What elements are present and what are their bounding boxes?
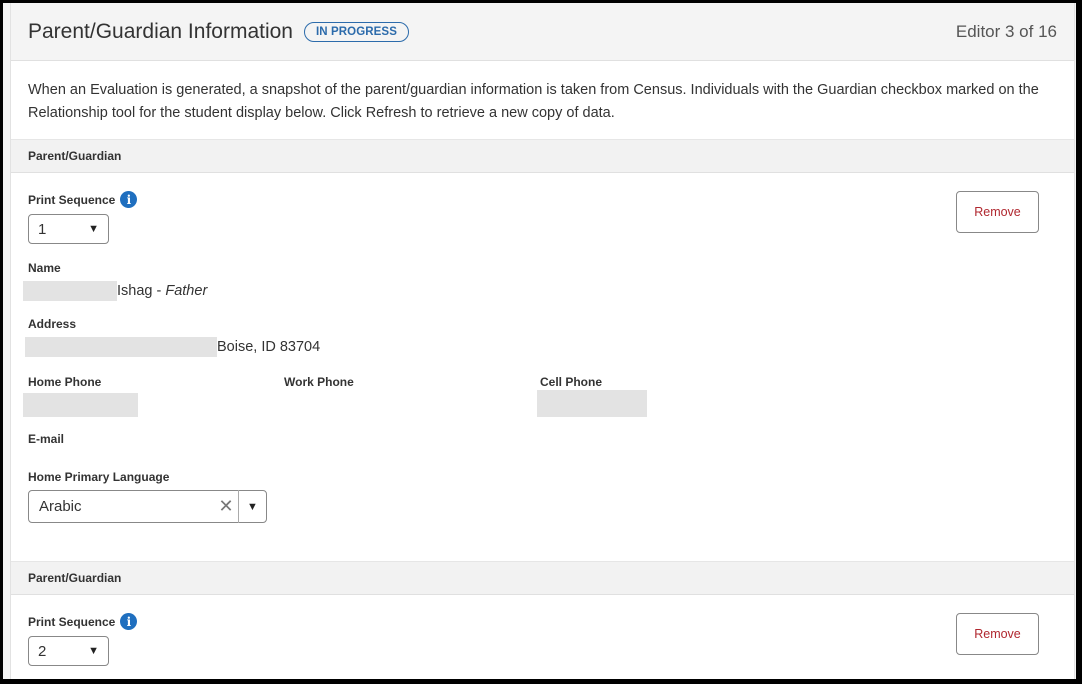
guardian-1-body: Print Sequence i 1 ▼ Remove Name Ishag -… — [11, 173, 1074, 561]
intro-text: When an Evaluation is generated, a snaps… — [28, 82, 1039, 121]
chevron-down-icon: ▼ — [88, 645, 99, 657]
page-frame: Parent/Guardian Information IN PROGRESS … — [3, 3, 1076, 679]
address-label: Address — [28, 317, 77, 331]
email-label: E-mail — [28, 432, 65, 446]
home-phone-field: Home Phone — [23, 375, 284, 422]
section-title: Parent/Guardian — [28, 149, 122, 163]
name-value: Ishag - Father — [23, 281, 1057, 301]
print-sequence-select[interactable]: 2 ▼ — [28, 636, 109, 666]
redacted-street — [25, 337, 217, 357]
chevron-down-icon: ▼ — [88, 223, 99, 235]
relationship-text: Father — [165, 283, 208, 299]
info-icon[interactable]: i — [120, 613, 138, 630]
work-phone-field: Work Phone — [284, 375, 540, 422]
info-icon[interactable]: i — [120, 191, 138, 208]
chevron-down-icon[interactable]: ▼ — [239, 501, 266, 513]
section-header-guardian-2: Parent/Guardian — [11, 561, 1074, 595]
remove-button[interactable]: Remove — [956, 191, 1039, 233]
home-language-value: Arabic — [39, 498, 82, 515]
page-title: Parent/Guardian Information — [28, 19, 293, 43]
address-text: Boise, ID 83704 — [217, 339, 321, 355]
phone-row: Home Phone Work Phone Cell Phone — [23, 375, 1057, 422]
redacted-cell-phone — [537, 390, 647, 417]
cell-phone-label: Cell Phone — [540, 375, 603, 389]
print-sequence-label-text: Print Sequence — [28, 192, 116, 207]
section-header-guardian-1: Parent/Guardian — [11, 139, 1074, 173]
editor-header: Parent/Guardian Information IN PROGRESS … — [11, 3, 1074, 61]
print-sequence-value: 1 — [38, 220, 47, 238]
name-label: Name — [28, 261, 61, 275]
editor-count: Editor 3 of 16 — [955, 21, 1057, 41]
work-phone-label: Work Phone — [284, 375, 354, 389]
cell-phone-field: Cell Phone — [537, 375, 796, 422]
editor-panel: Parent/Guardian Information IN PROGRESS … — [10, 3, 1075, 679]
print-sequence-label: Print Sequence i — [28, 613, 1057, 630]
guardian-2-body: Print Sequence i 2 ▼ Remove — [11, 595, 1074, 666]
redacted-first-name — [23, 281, 117, 301]
remove-button[interactable]: Remove — [956, 613, 1039, 655]
section-title: Parent/Guardian — [28, 571, 122, 585]
print-sequence-label: Print Sequence i — [28, 191, 1057, 208]
address-value: Boise, ID 83704 — [25, 337, 1057, 357]
status-badge: IN PROGRESS — [303, 21, 409, 42]
home-language-label: Home Primary Language — [28, 470, 170, 484]
print-sequence-value: 2 — [38, 642, 47, 660]
clear-icon[interactable]: ✕ — [214, 496, 238, 517]
home-language-select[interactable]: Arabic ✕ ▼ — [28, 490, 267, 523]
print-sequence-select[interactable]: 1 ▼ — [28, 214, 109, 244]
home-phone-label: Home Phone — [28, 375, 102, 389]
name-text: Ishag - — [117, 283, 166, 299]
redacted-home-phone — [23, 393, 138, 417]
print-sequence-label-text: Print Sequence — [28, 614, 116, 629]
